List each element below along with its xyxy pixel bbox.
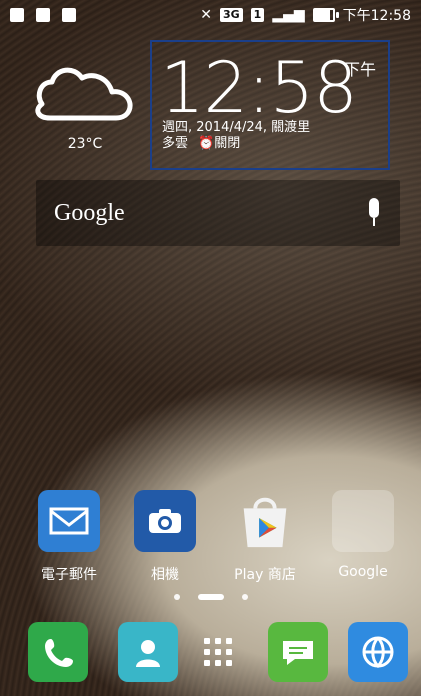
status-bar: ✕ 3G 1 ▂▄▆ 下午12:58 [0, 0, 421, 30]
network-badge: 3G [219, 8, 243, 22]
mute-icon: ✕ [200, 7, 212, 23]
signal-icon: ▂▄▆ [272, 7, 305, 23]
app-play-store-label: Play 商店 [234, 567, 296, 583]
home-screen: ✕ 3G 1 ▂▄▆ 下午12:58 23°C 12:58 下午 週四, 201… [0, 0, 421, 696]
app-camera[interactable]: 相機 [130, 490, 200, 584]
temperature: 23°C [67, 136, 103, 152]
app-play-store[interactable]: Play 商店 [230, 490, 300, 584]
google-search-label: Google [54, 199, 125, 226]
play-store-icon [234, 490, 296, 552]
clock-alarm: ⏰關閉 [198, 136, 241, 151]
weather-widget[interactable]: 23°C [30, 60, 140, 160]
cloud-icon [35, 67, 133, 121]
page-dot-current[interactable] [197, 594, 224, 600]
messages-icon[interactable] [268, 622, 328, 682]
app-google-folder-label: Google [338, 564, 388, 580]
contacts-icon[interactable] [118, 622, 178, 682]
sim-badge: 1 [250, 8, 265, 22]
app-email-label: 電子郵件 [41, 567, 97, 583]
app-camera-label: 相機 [151, 567, 179, 583]
app-google-folder[interactable]: Google [328, 490, 398, 580]
dock [0, 620, 421, 696]
clock-condition: 多雲 [162, 136, 189, 151]
app-drawer-icon[interactable] [188, 622, 248, 682]
sd-card-icon [10, 8, 24, 22]
clock-time: 12:58 [160, 47, 358, 129]
clock-widget[interactable]: 12:58 下午 週四, 2014/4/24, 關渡里 多雲 ⏰關閉 [150, 40, 390, 170]
clock-date: 週四, 2014/4/24, 關渡里 [162, 120, 311, 135]
app-email[interactable]: 電子郵件 [34, 490, 104, 584]
page-dot[interactable] [241, 594, 248, 600]
battery-saver-icon [36, 8, 50, 22]
page-dot[interactable] [173, 594, 180, 600]
battery-icon [312, 8, 339, 22]
image-icon [62, 8, 76, 22]
app-shortcuts: 電子郵件 相機 Play 商店 Google [0, 490, 421, 600]
browser-icon[interactable] [348, 622, 408, 682]
email-icon [38, 490, 100, 552]
google-search-bar[interactable]: Google [36, 180, 400, 246]
google-folder-icon [332, 490, 394, 552]
status-time: 下午12:58 [342, 8, 411, 24]
clock-condition-alarm: 多雲 ⏰關閉 [162, 136, 240, 152]
camera-icon [134, 490, 196, 552]
microphone-icon[interactable] [366, 198, 382, 228]
page-indicator[interactable] [0, 590, 421, 604]
clock-ampm: 下午 [343, 60, 376, 79]
phone-icon[interactable] [28, 622, 88, 682]
